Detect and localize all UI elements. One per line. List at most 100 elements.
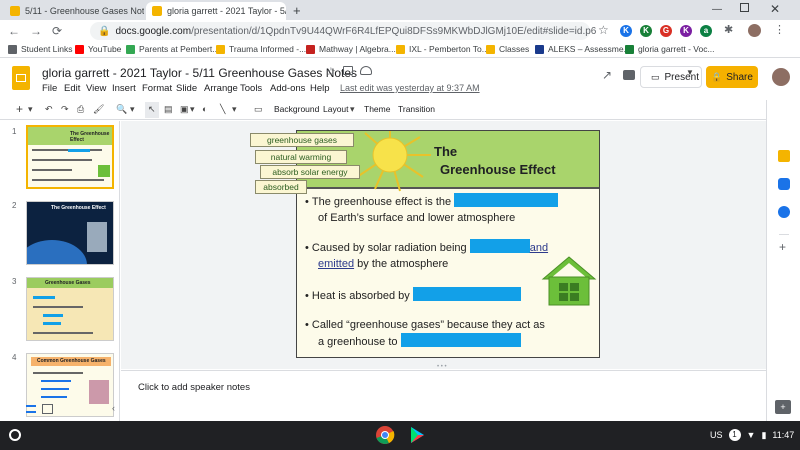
comment-icon[interactable] (623, 70, 635, 80)
move-folder-icon[interactable] (343, 66, 353, 75)
layout-button[interactable]: Layout (323, 104, 349, 114)
browser-menu-icon[interactable]: ⋮ (774, 23, 785, 36)
menu-format[interactable]: Format (142, 83, 172, 94)
tab-greenhouse-notes[interactable]: 5/11 - Greenhouse Gases Notes × (4, 2, 144, 20)
image-icon[interactable]: ▣ (180, 104, 189, 115)
explore-icon[interactable]: + (775, 400, 791, 414)
answer-blank[interactable] (400, 333, 521, 347)
speaker-notes-placeholder[interactable]: Click to add speaker notes (138, 382, 250, 393)
speaker-notes-pane[interactable]: Click to add speaker notes (121, 370, 766, 421)
transition-button[interactable]: Transition (398, 104, 435, 114)
tab-gloria-garrett[interactable]: gloria garrett - 2021 Taylor - 5/1 × (146, 2, 286, 20)
system-tray[interactable]: US 1 ▼ ▮ 11:47 (710, 429, 794, 441)
background-button[interactable]: Background (274, 104, 319, 114)
word-bank-item[interactable]: natural warming (255, 150, 347, 164)
new-slide-dropdown-icon[interactable]: ▾ (28, 104, 33, 115)
menu-tools[interactable]: Tools (240, 83, 262, 94)
clock-time: 11:47 (772, 430, 795, 440)
url-input[interactable]: 🔒 docs.google.com/presentation/d/1QpdnTv… (90, 22, 596, 40)
menu-add-ons[interactable]: Add-ons (270, 83, 305, 94)
keep-icon[interactable] (778, 150, 790, 162)
bookmark-item[interactable]: Trauma Informed -... (216, 44, 306, 54)
play-store-icon[interactable] (407, 425, 427, 445)
answer-blank[interactable] (412, 287, 521, 301)
profile-avatar[interactable] (748, 24, 761, 37)
close-window-icon[interactable]: ✕ (770, 2, 780, 16)
comment-add-icon[interactable]: ▭ (254, 104, 263, 115)
layout-dropdown-icon[interactable]: ▾ (350, 104, 355, 115)
slides-logo-icon[interactable] (12, 66, 30, 90)
redo-icon[interactable]: ↷ (61, 104, 69, 115)
extensions-puzzle-icon[interactable]: ✱ (724, 23, 733, 36)
line-icon[interactable]: ╲ (220, 104, 225, 115)
extension-icon[interactable]: K (640, 25, 652, 37)
theme-button[interactable]: Theme (364, 104, 390, 114)
grid-view-icon[interactable] (42, 404, 53, 414)
extension-icon[interactable]: K (680, 25, 692, 37)
bookmark-item[interactable]: IXL - Pemberton To... (396, 44, 489, 54)
line-dropdown-icon[interactable]: ▾ (232, 104, 237, 115)
word-bank-item[interactable]: greenhouse gases (250, 133, 354, 147)
forward-arrow-icon[interactable]: → (30, 24, 42, 38)
filmstrip-view-icon[interactable] (26, 405, 36, 413)
text-box-icon[interactable]: ▤ (164, 104, 173, 115)
new-tab-button[interactable]: + (293, 3, 301, 18)
select-cursor-icon[interactable]: ↖ (148, 104, 156, 115)
bookmark-item[interactable]: Classes (486, 44, 529, 54)
star-icon[interactable]: ☆ (326, 65, 336, 78)
answer-blank[interactable] (454, 193, 559, 207)
collapse-filmstrip-icon[interactable]: ‹ (112, 403, 115, 413)
bookmarks-bar: Student Links YouTube Parents at Pembert… (0, 42, 800, 58)
extension-icon[interactable]: G (660, 25, 672, 37)
extension-icon[interactable]: K (620, 25, 632, 37)
thumbnail-title: The Greenhouse Effect (51, 205, 106, 211)
menu-view[interactable]: View (86, 83, 106, 94)
paint-format-icon[interactable]: 🖌 (93, 104, 104, 115)
maximize-window-icon[interactable] (740, 3, 749, 12)
minimize-window-icon[interactable]: — (712, 4, 722, 15)
extension-icon[interactable]: a (700, 25, 712, 37)
word-bank-item[interactable]: absorbed (255, 180, 307, 194)
zoom-dropdown-icon[interactable]: ▾ (130, 104, 135, 115)
slide-thumbnail-4[interactable]: Common Greenhouse Gases (26, 353, 114, 417)
back-arrow-icon[interactable]: ← (8, 24, 20, 38)
bookmark-item[interactable]: gloria garrett - Voc... (625, 44, 715, 54)
shape-icon[interactable]: ◐ (202, 104, 207, 114)
bookmark-item[interactable]: ALEKS – Assessme... (535, 44, 631, 54)
slide-thumbnail-3[interactable]: Greenhouse Gases (26, 277, 114, 341)
bookmark-item[interactable]: Mathway | Algebra... (306, 44, 396, 54)
slide-thumbnail-1[interactable]: The Greenhouse Effect (26, 125, 114, 189)
share-button[interactable]: 🔒 Share (706, 66, 758, 88)
tasks-icon[interactable] (778, 178, 790, 190)
menu-edit[interactable]: Edit (64, 83, 80, 94)
reload-icon[interactable]: ⟳ (52, 24, 62, 38)
activity-trend-icon[interactable]: ↗ (602, 68, 612, 82)
launcher-icon[interactable] (9, 429, 21, 441)
present-dropdown-icon[interactable]: ▼ (686, 68, 694, 77)
menu-slide[interactable]: Slide (176, 83, 197, 94)
slide-thumbnail-2[interactable]: The Greenhouse Effect (26, 201, 114, 265)
print-icon[interactable]: ⎙ (77, 104, 84, 115)
bookmark-item[interactable]: Parents at Pembert... (126, 44, 219, 54)
menu-file[interactable]: File (42, 83, 57, 94)
calendar-icon[interactable] (778, 206, 790, 218)
chrome-icon[interactable] (375, 425, 395, 445)
bookmark-item[interactable]: YouTube (75, 44, 121, 54)
bookmark-item[interactable]: Student Links (8, 44, 73, 54)
new-slide-plus-icon[interactable]: + (16, 102, 23, 116)
answer-blank[interactable] (469, 239, 530, 253)
document-title[interactable]: gloria garrett - 2021 Taylor - 5/11 Gree… (42, 66, 357, 80)
word-bank-item[interactable]: absorb solar energy (260, 165, 360, 179)
menu-arrange[interactable]: Arrange (204, 83, 238, 94)
add-on-plus-icon[interactable]: + (779, 240, 786, 254)
last-edit-link[interactable]: Last edit was yesterday at 9:37 AM (340, 83, 480, 93)
user-avatar[interactable] (772, 68, 790, 86)
menu-help[interactable]: Help (310, 83, 330, 94)
bookmark-star-icon[interactable]: ☆ (598, 23, 609, 37)
zoom-icon[interactable]: 🔍 (116, 104, 127, 115)
image-dropdown-icon[interactable]: ▾ (190, 104, 195, 115)
address-bar-row: ← → ⟳ 🔒 docs.google.com/presentation/d/1… (0, 20, 800, 42)
undo-icon[interactable]: ↶ (45, 104, 53, 115)
aleks-icon (535, 44, 544, 54)
menu-insert[interactable]: Insert (112, 83, 136, 94)
